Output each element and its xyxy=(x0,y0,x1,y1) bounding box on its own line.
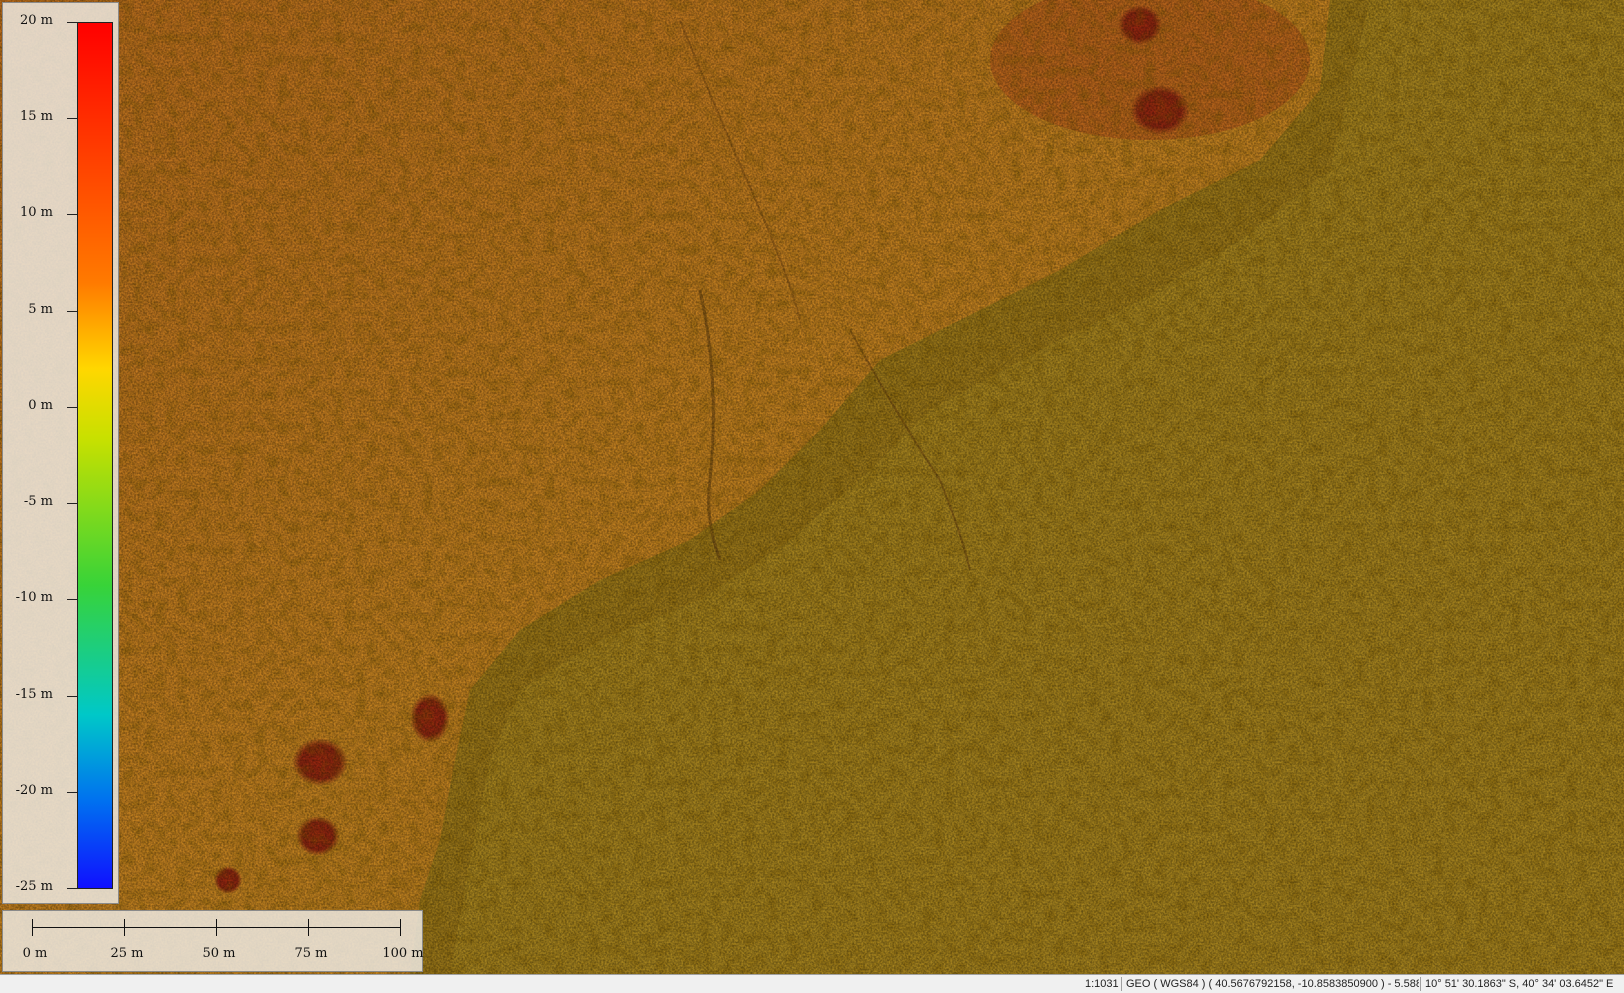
legend-label: 15 m xyxy=(19,109,53,125)
scale-label: 25 m xyxy=(110,946,144,961)
legend-label: 5 m xyxy=(28,301,53,317)
coordinate-readout: GEO ( WGS84 ) ( 40.5676792158, -10.85838… xyxy=(1126,978,1419,990)
scale-tick xyxy=(216,919,217,936)
legend-label: -25 m xyxy=(15,879,53,894)
legend-label: 10 m xyxy=(19,205,53,221)
legend-tick xyxy=(67,503,77,505)
legend-tick xyxy=(67,791,77,793)
elevation-legend: 20 m 15 m 10 m 5 m 0 m -5 m -10 m -15 m -20 m -25… xyxy=(2,2,119,904)
legend-tick xyxy=(67,22,77,23)
legend-label: -20 m xyxy=(15,782,53,798)
legend-tick xyxy=(67,695,77,697)
dms-coordinate-readout: 10° 51' 30.1863" S, 40° 34' 03.6452" E xyxy=(1425,978,1614,990)
scale-bar: 0 m 25 m 50 m 75 m 100 m xyxy=(2,910,424,972)
status-bar: 1:1031 GEO ( WGS84 ) ( 40.5676792158, -1… xyxy=(0,974,1624,993)
legend-label: -5 m xyxy=(23,494,53,510)
scale-label: 100 m xyxy=(382,946,424,961)
scale-tick xyxy=(124,919,125,936)
scale-tick xyxy=(32,919,33,936)
legend-tick xyxy=(67,118,77,120)
legend-tick xyxy=(67,888,77,889)
scale-label: 50 m xyxy=(202,946,236,961)
scale-tick xyxy=(400,919,401,936)
legend-label: -15 m xyxy=(15,686,53,702)
scale-label: 0 m xyxy=(22,946,48,961)
scale-label: 75 m xyxy=(294,946,328,961)
legend-label: 20 m xyxy=(19,13,53,28)
legend-tick xyxy=(67,214,77,216)
legend-tick xyxy=(67,599,77,601)
legend-label: 0 m xyxy=(28,397,53,413)
color-ramp xyxy=(77,22,113,889)
scale-tick xyxy=(308,919,309,936)
terrain-map[interactable] xyxy=(0,0,1624,974)
legend-label: -10 m xyxy=(15,590,53,606)
legend-tick xyxy=(67,406,77,408)
legend-tick xyxy=(67,310,77,312)
